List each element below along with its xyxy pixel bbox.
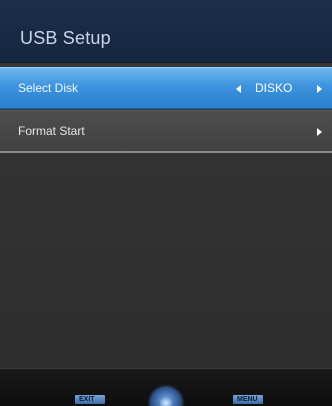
exit-key-button[interactable]: EXIT xyxy=(75,395,105,404)
dpad-center-icon xyxy=(160,397,172,406)
menu-item-format-start[interactable]: Format Start xyxy=(0,110,332,153)
select-disk-label: Select Disk xyxy=(18,81,79,95)
usb-setup-screen: USB Setup Select Disk DISKO Format Start… xyxy=(0,0,332,406)
format-start-label: Format Start xyxy=(18,124,85,138)
arrow-right-icon[interactable] xyxy=(317,128,322,136)
page-title: USB Setup xyxy=(20,28,111,48)
arrow-right-icon[interactable] xyxy=(317,85,322,93)
dpad-icon[interactable] xyxy=(150,387,182,406)
header-bar: USB Setup xyxy=(0,0,332,63)
menu-key-button[interactable]: MENU xyxy=(233,395,263,404)
arrow-left-icon[interactable] xyxy=(236,85,241,93)
menu-item-select-disk[interactable]: Select Disk DISKO xyxy=(0,67,332,109)
footer-bar: EXIT MENU xyxy=(0,368,332,406)
select-disk-value: DISKO xyxy=(255,81,293,95)
